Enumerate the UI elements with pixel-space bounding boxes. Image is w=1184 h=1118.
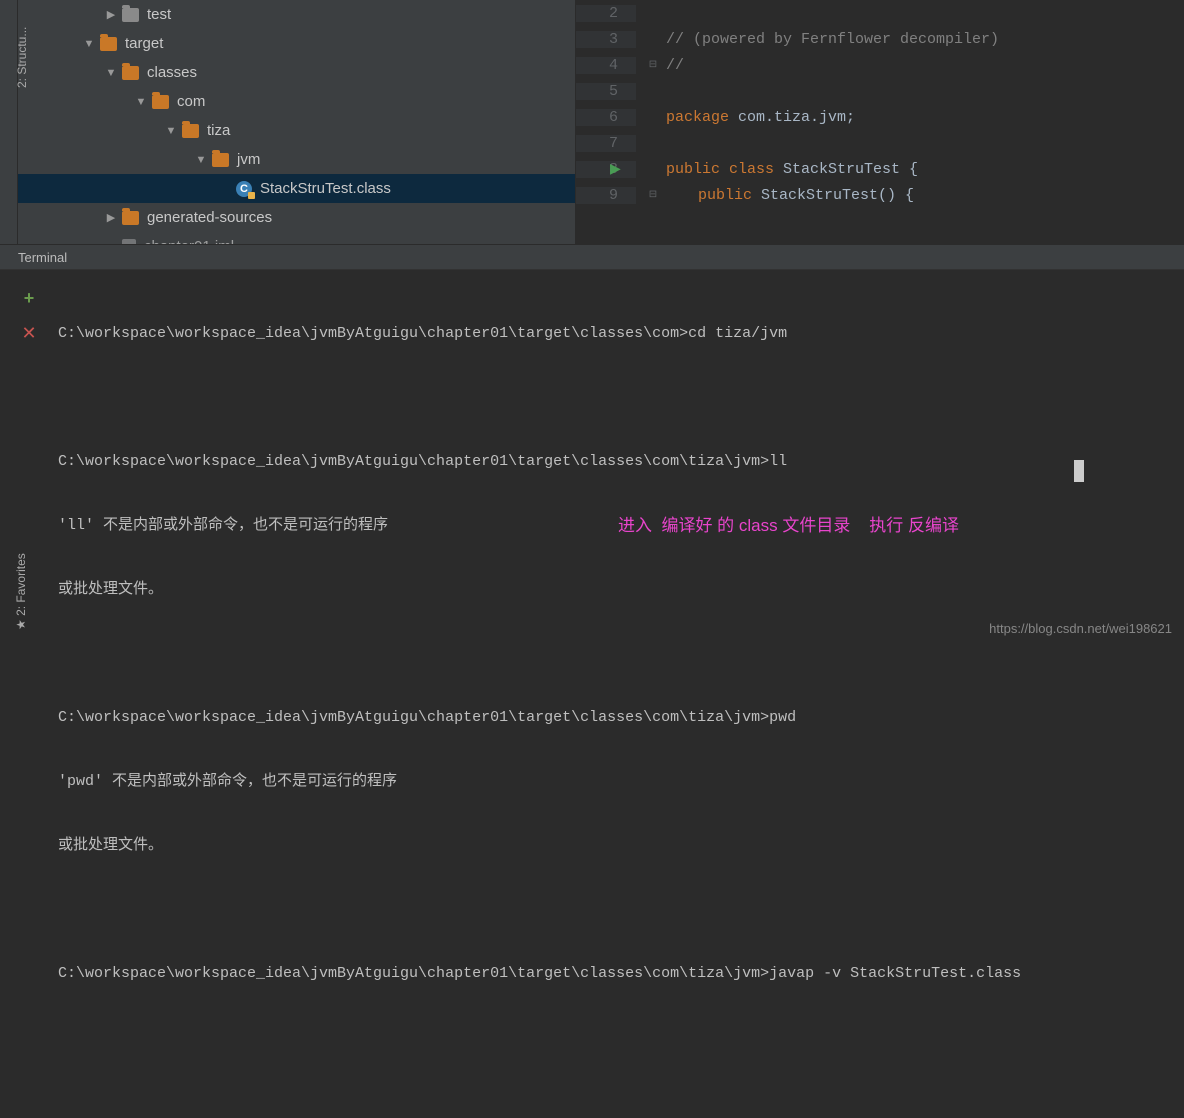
tree-item-tiza[interactable]: ▼ tiza — [18, 116, 575, 145]
close-terminal-button[interactable]: ✕ — [21, 323, 36, 344]
favorites-tool-label[interactable]: ★ 2: Favorites — [14, 553, 28, 630]
folder-icon — [212, 153, 229, 167]
term-line: 或批处理文件。 — [58, 574, 1184, 606]
term-line — [58, 638, 1184, 670]
code-line[interactable] — [636, 5, 684, 22]
gutter-line-number: 8 — [576, 161, 636, 178]
gutter-line-number: 2 — [576, 5, 636, 22]
gutter-line-number: 4 — [576, 57, 636, 74]
folder-icon — [100, 37, 117, 51]
left-tool-sidebar: 2: Structu... — [0, 0, 18, 244]
tree-label: target — [125, 35, 163, 52]
tree-label: test — [147, 6, 171, 23]
new-terminal-button[interactable]: + — [24, 288, 35, 309]
folder-icon — [122, 211, 139, 225]
tree-item-test[interactable]: ▶ test — [18, 0, 575, 29]
tree-label: StackStruTest.class — [260, 180, 391, 197]
tree-label: chapter01.iml — [144, 238, 234, 244]
tree-item-iml[interactable]: chapter01.iml — [18, 232, 575, 244]
tree-label: classes — [147, 64, 197, 81]
folder-icon — [122, 8, 139, 22]
tree-item-com[interactable]: ▼ com — [18, 87, 575, 116]
term-line: C:\workspace\workspace_idea\jvmByAtguigu… — [58, 702, 1184, 734]
structure-tool-label[interactable]: 2: Structu... — [15, 27, 29, 88]
watermark-text: https://blog.csdn.net/wei198621 — [989, 621, 1172, 636]
term-line — [58, 382, 1184, 414]
terminal-header[interactable]: Terminal — [0, 244, 1184, 270]
folder-icon — [182, 124, 199, 138]
fold-marker-icon[interactable]: ⊟ — [648, 59, 658, 71]
tree-item-generated-sources[interactable]: ▶ generated-sources — [18, 203, 575, 232]
terminal-output[interactable]: C:\workspace\workspace_idea\jvmByAtguigu… — [58, 270, 1184, 646]
fold-marker-icon[interactable]: ⊟ — [648, 189, 658, 201]
annotation-overlay: 进入 编译好 的 class 文件目录 执行 反编译 — [618, 510, 959, 542]
tree-item-classes[interactable]: ▼ classes — [18, 58, 575, 87]
folder-icon — [152, 95, 169, 109]
term-line: C:\workspace\workspace_idea\jvmByAtguigu… — [58, 958, 1184, 990]
gutter-line-number: 7 — [576, 135, 636, 152]
gutter-line-number: 3 — [576, 31, 636, 48]
expand-arrow-icon[interactable]: ▼ — [194, 154, 208, 166]
run-gutter-icon[interactable]: ▶ — [610, 161, 621, 178]
tree-item-classfile[interactable]: C StackStruTest.class — [0, 174, 576, 203]
class-file-icon: C — [236, 181, 252, 197]
expand-arrow-icon[interactable]: ▼ — [104, 67, 118, 79]
term-line: C:\workspace\workspace_idea\jvmByAtguigu… — [58, 318, 1184, 350]
terminal-cursor-icon — [1074, 460, 1084, 482]
expand-arrow-icon[interactable]: ▼ — [82, 38, 96, 50]
term-line: 或批处理文件。 — [58, 830, 1184, 862]
gutter-line-number: 5 — [576, 83, 636, 100]
term-line — [58, 894, 1184, 926]
code-line[interactable]: public StackStruTest() { — [636, 187, 914, 204]
expand-arrow-icon[interactable]: ▼ — [164, 125, 178, 137]
folder-icon — [122, 66, 139, 80]
term-line: C:\workspace\workspace_idea\jvmByAtguigu… — [58, 446, 1184, 478]
tree-label: generated-sources — [147, 209, 272, 226]
code-line[interactable]: public class StackStruTest { — [636, 161, 918, 178]
iml-file-icon — [122, 239, 136, 245]
tree-label: tiza — [207, 122, 230, 139]
tree-label: com — [177, 93, 205, 110]
tree-label: jvm — [237, 151, 260, 168]
gutter-line-number: 6 — [576, 109, 636, 126]
terminal-toolbar: + ✕ — [0, 270, 58, 646]
terminal-title: Terminal — [18, 250, 67, 265]
code-line[interactable]: // — [636, 57, 684, 74]
tree-item-target[interactable]: ▼ target — [18, 29, 575, 58]
code-editor[interactable]: 2 3 // (powered by Fernflower decompiler… — [576, 0, 1184, 244]
project-tree-panel[interactable]: ▶ test ▼ target ▼ classes ▼ com ▼ tiza — [0, 0, 576, 244]
code-line[interactable]: // (powered by Fernflower decompiler) — [636, 31, 999, 48]
term-line: 'pwd' 不是内部或外部命令，也不是可运行的程序 — [58, 766, 1184, 798]
collapse-arrow-icon[interactable]: ▶ — [104, 8, 118, 21]
tree-item-jvm[interactable]: ▼ jvm — [18, 145, 575, 174]
expand-arrow-icon[interactable]: ▼ — [134, 96, 148, 108]
gutter-line-number: 9 — [576, 187, 636, 204]
collapse-arrow-icon[interactable]: ▶ — [104, 211, 118, 224]
code-line[interactable]: package com.tiza.jvm; — [636, 109, 855, 126]
